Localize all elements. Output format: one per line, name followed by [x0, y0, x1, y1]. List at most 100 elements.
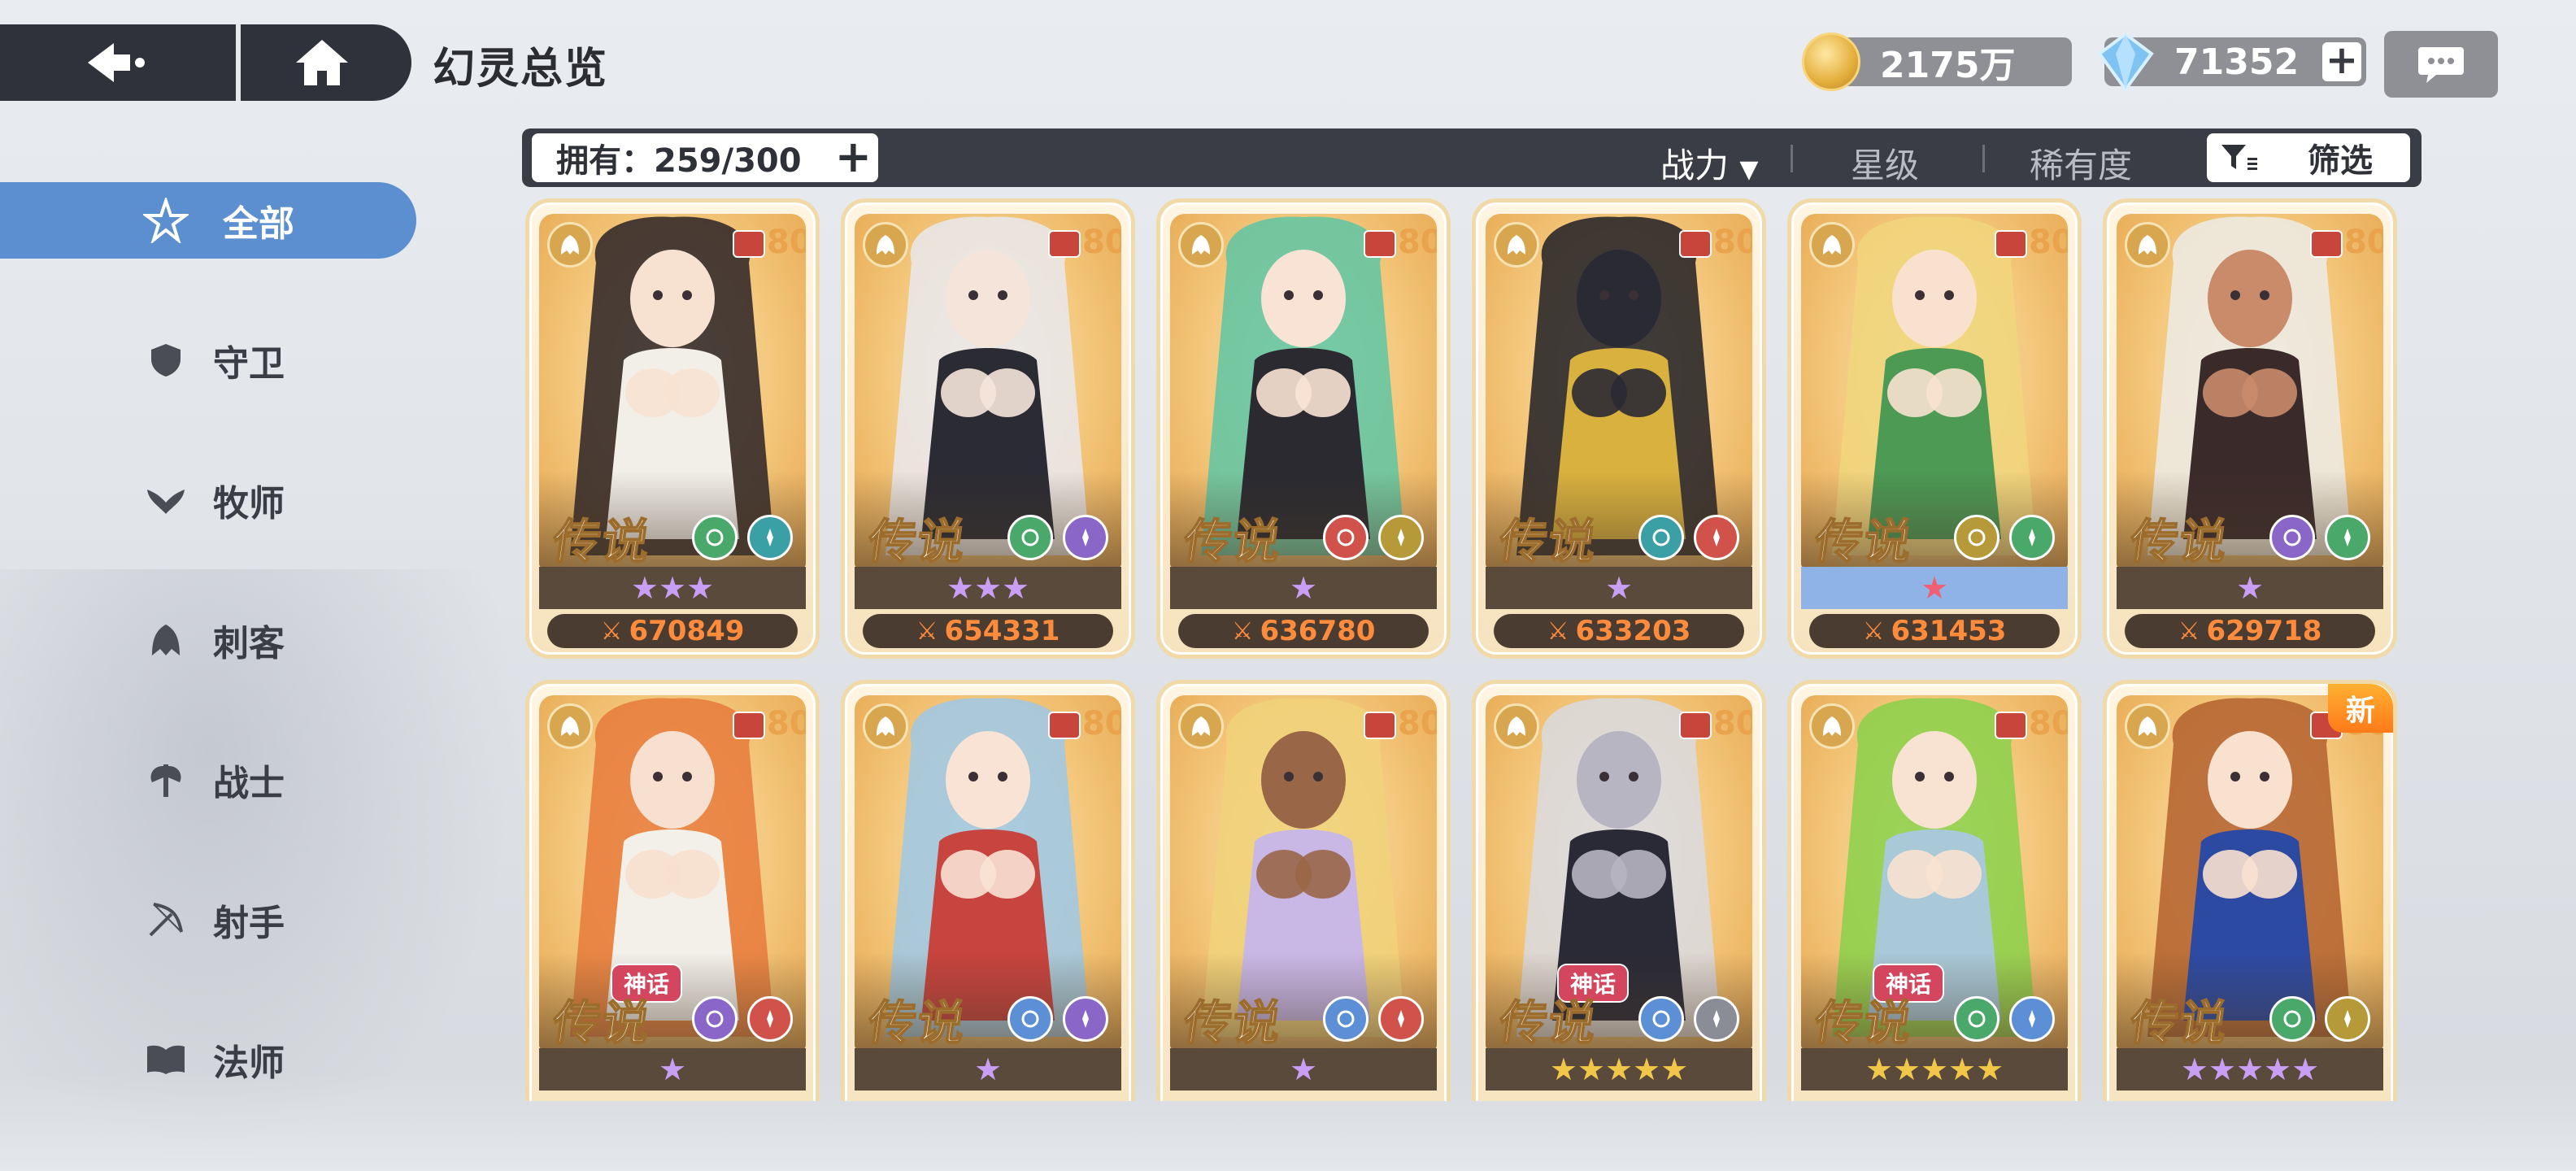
element-icon	[692, 515, 738, 560]
element-icon	[747, 515, 793, 560]
star-rating: ★	[1486, 567, 1752, 609]
element-icon	[1063, 515, 1108, 560]
level-cap-icon	[1364, 230, 1396, 258]
back-arrow-icon	[88, 43, 145, 82]
rarity-label: 传说	[1180, 513, 1287, 568]
card-level: 80	[767, 705, 806, 742]
owned-count[interactable]: 拥有：259/300 +	[532, 133, 878, 182]
element-icon	[1954, 515, 1999, 560]
level-cap-icon	[1679, 230, 1712, 258]
sort-power[interactable]: 战力 ▼	[1660, 138, 1758, 188]
card-level: 80	[767, 224, 806, 261]
rarity-label: 传说	[864, 995, 972, 1050]
card-level: 80	[2029, 224, 2068, 261]
element-icon	[692, 996, 738, 1042]
sidebar-item-label: 射手	[213, 903, 285, 944]
rarity-label: 传说	[1811, 513, 1918, 568]
sidebar-item-label: 战士	[213, 763, 285, 804]
crossed-swords-icon: ⚔	[600, 616, 623, 646]
element-icon	[1378, 996, 1424, 1042]
element-icon	[2269, 996, 2315, 1042]
star-rating: ★	[539, 1048, 806, 1090]
axe-icon	[143, 757, 189, 803]
sidebar-item-mage[interactable]: 法师	[0, 1021, 416, 1098]
crossed-swords-icon: ⚔	[916, 616, 938, 646]
class-badge-icon	[863, 703, 908, 749]
claw-icon	[143, 617, 189, 663]
spirit-card[interactable]: 80 传说 ★ ⚔ 636780	[1156, 198, 1451, 659]
spirit-card[interactable]: 80 传说 ★	[841, 680, 1135, 1101]
class-badge-icon	[1494, 222, 1539, 268]
expand-capacity-plus-icon[interactable]: +	[835, 135, 872, 179]
class-badge-icon	[1494, 703, 1539, 749]
back-button[interactable]	[0, 24, 241, 101]
sidebar-item-label: 全部	[223, 203, 294, 245]
card-level: 80	[1082, 224, 1121, 261]
sort-star[interactable]: 星级	[1851, 138, 1919, 188]
class-badge-icon	[547, 703, 593, 749]
level-cap-icon	[1364, 712, 1396, 739]
sidebar-item-all[interactable]: 全部	[0, 182, 416, 259]
spirit-card[interactable]: 80 传说 ★★★★★ 新	[2103, 680, 2397, 1101]
power-value-row: ⚔ 670849	[547, 614, 798, 648]
card-level: 80	[1398, 224, 1437, 261]
class-badge-icon	[1809, 703, 1855, 749]
spirit-card[interactable]: 80 传说 ★★★ ⚔ 654331	[841, 198, 1135, 659]
sort-rarity[interactable]: 稀有度	[2030, 138, 2132, 188]
gold-amount: 2175万	[1880, 45, 2016, 86]
power-value-row: ⚔ 633203	[1494, 614, 1744, 648]
spirit-card[interactable]: 80 传说 ★★★ ⚔ 670849	[525, 198, 820, 659]
sidebar-item-archer[interactable]: 射手	[0, 882, 416, 958]
filter-funnel-icon	[2221, 145, 2257, 170]
rarity-label: 传说	[864, 513, 972, 568]
spirit-card[interactable]: 80 传说 ★	[1156, 680, 1451, 1101]
filter-label: 筛选	[2308, 142, 2373, 180]
star-rating: ★	[855, 1048, 1121, 1090]
card-level: 80	[1713, 705, 1752, 742]
power-value-row: ⚔ 654331	[863, 614, 1113, 648]
element-icon	[1694, 996, 1739, 1042]
add-gems-button[interactable]: +	[2322, 41, 2361, 81]
home-button[interactable]	[241, 24, 403, 101]
portrait: 80 传说	[1486, 214, 1752, 568]
spirit-card[interactable]: 80 传说 ★ ⚔ 631453	[1787, 198, 2082, 659]
rarity-label: 传说	[549, 995, 656, 1050]
owned-count-text: 拥有：259/300	[556, 142, 802, 180]
card-level: 80	[1398, 705, 1437, 742]
power-value-row: ⚔ 629718	[2125, 614, 2375, 648]
combat-power: 670849	[629, 615, 745, 647]
level-cap-icon	[1995, 230, 2027, 258]
book-icon	[143, 1037, 189, 1082]
card-level: 80	[1713, 224, 1752, 261]
chat-button[interactable]	[2384, 31, 2498, 98]
element-icon	[1007, 515, 1053, 560]
sidebar-item-label: 守卫	[213, 343, 285, 385]
spirit-card[interactable]: 80 神话 传说 ★★★★★	[1787, 680, 2082, 1101]
chat-bubble-icon	[2418, 47, 2464, 83]
element-icon	[2325, 515, 2370, 560]
class-badge-icon	[2125, 703, 2170, 749]
sidebar-item-label: 牧师	[213, 483, 285, 525]
sidebar-item-priest[interactable]: 牧师	[0, 462, 416, 538]
element-icon	[1378, 515, 1424, 560]
portrait: 80 神话 传说	[1801, 695, 2068, 1050]
gold-counter[interactable]: 2175万	[1802, 33, 2072, 91]
gem-counter[interactable]: 71352 +	[2097, 32, 2366, 93]
spirit-card[interactable]: 80 神话 传说 ★	[525, 680, 820, 1101]
level-cap-icon	[2310, 230, 2343, 258]
gold-coin-icon	[1802, 33, 1860, 91]
filter-button[interactable]: 筛选	[2207, 133, 2410, 182]
combat-power: 631453	[1891, 615, 2007, 647]
power-value-row: ⚔ 631453	[1809, 614, 2060, 648]
spirit-card[interactable]: 80 神话 传说 ★★★★★	[1472, 680, 1766, 1101]
sidebar-item-guard[interactable]: 守卫	[0, 322, 416, 398]
star-rating: ★	[1801, 567, 2068, 609]
element-icon	[1063, 996, 1108, 1042]
element-icon	[2269, 515, 2315, 560]
sidebar-item-assassin[interactable]: 刺客	[0, 602, 416, 678]
spirit-card[interactable]: 80 传说 ★ ⚔ 633203	[1472, 198, 1766, 659]
filter-bar: 拥有：259/300 + 战力 ▼ 星级 稀有度 筛选	[522, 128, 2422, 187]
spirit-card[interactable]: 80 传说 ★ ⚔ 629718	[2103, 198, 2397, 659]
sidebar-item-warrior[interactable]: 战士	[0, 742, 416, 818]
class-badge-icon	[1809, 222, 1855, 268]
